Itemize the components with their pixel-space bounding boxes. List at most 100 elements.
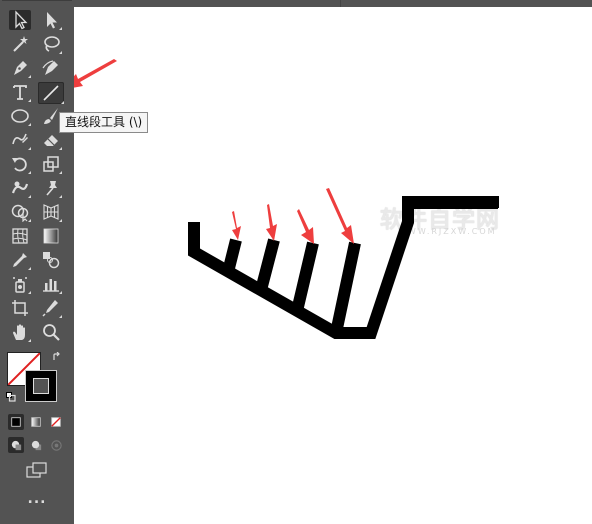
warp-tool-button[interactable] (9, 178, 31, 198)
screen-mode-button[interactable] (26, 462, 48, 478)
direct-selection-tool-button[interactable] (40, 10, 62, 30)
type-icon (13, 85, 27, 100)
draw-behind-button[interactable] (28, 437, 44, 453)
gradient-mode-button[interactable] (28, 414, 44, 430)
flyout-indicator (28, 291, 31, 294)
draw-normal-icon (11, 440, 21, 450)
pen-tool-button[interactable] (9, 58, 31, 78)
type-tool-button[interactable] (9, 82, 31, 102)
mesh-tool-button[interactable] (9, 226, 31, 246)
edit-toolbar-button[interactable]: ... (24, 492, 50, 510)
selection-tool-button[interactable] (9, 10, 31, 30)
color-mode-button[interactable] (8, 414, 24, 430)
eraser-tool-button[interactable] (40, 130, 62, 150)
rotate-tool-button[interactable] (9, 154, 31, 174)
gradient-tool-button[interactable] (40, 226, 62, 246)
screen-mode-icon (26, 462, 47, 478)
flyout-indicator (28, 219, 31, 222)
line-segment-tool-button[interactable] (38, 82, 64, 104)
none-mode-button[interactable] (48, 414, 64, 430)
magic-wand-tool-button[interactable] (9, 34, 31, 54)
ellipse-icon (11, 109, 29, 123)
perspective-grid-tool-button[interactable] (40, 202, 62, 222)
blend-tool-button[interactable] (40, 250, 62, 270)
column-graph-tool-button[interactable] (40, 274, 62, 294)
document-tab-strip (74, 0, 592, 7)
flyout-indicator (28, 123, 31, 126)
draw-inside-button[interactable] (48, 437, 64, 453)
shaper-icon (12, 133, 28, 145)
paintbrush-icon (44, 108, 58, 124)
rotate-icon (12, 157, 27, 172)
hand-tool-button[interactable] (9, 322, 31, 342)
eraser-icon (44, 135, 58, 146)
flyout-indicator (59, 195, 62, 198)
scale-tool-button[interactable] (40, 154, 62, 174)
symbol-sprayer-tool-button[interactable] (9, 274, 31, 294)
flyout-indicator (28, 339, 31, 342)
fill-stroke-controls (6, 352, 62, 404)
flyout-indicator (59, 291, 62, 294)
zoom-icon (43, 324, 60, 341)
panel-grip[interactable] (2, 0, 72, 5)
default-fill-stroke-icon[interactable] (6, 392, 16, 402)
flyout-indicator (28, 75, 31, 78)
draw-behind-icon (31, 440, 41, 450)
draw-inside-icon (50, 439, 62, 451)
eyedropper-tool-button[interactable] (9, 250, 31, 270)
arrow-filled-icon (47, 12, 57, 29)
symbol-sprayer-icon (13, 277, 27, 293)
magic-wand-icon (13, 36, 28, 52)
shaper-tool-button[interactable] (9, 130, 31, 150)
watermark: 软件自学网 WWW.RJZXW.COM (380, 200, 530, 240)
flyout-indicator (28, 267, 31, 270)
column-graph-icon (43, 279, 59, 292)
draw-normal-button[interactable] (8, 437, 24, 453)
swap-fill-stroke-icon[interactable] (52, 352, 62, 362)
slice-icon (42, 300, 58, 317)
watermark-sub-text: WWW.RJZXW.COM (398, 227, 497, 236)
mesh-icon (12, 228, 28, 244)
scale-icon (43, 156, 59, 172)
curvature-tool-button[interactable] (40, 58, 62, 78)
stroke-swatch[interactable] (25, 370, 57, 402)
blend-icon (43, 252, 60, 269)
flyout-indicator (28, 171, 31, 174)
artboard-canvas[interactable] (74, 0, 592, 524)
flyout-indicator (59, 315, 62, 318)
flyout-indicator (28, 99, 31, 102)
flyout-indicator (59, 147, 62, 150)
warp-icon (11, 181, 29, 194)
gradient-mode-icon (31, 417, 41, 427)
flyout-indicator (59, 219, 62, 222)
tool-tooltip: 直线段工具 (\) (59, 112, 149, 133)
hand-icon (13, 324, 25, 340)
flyout-indicator (59, 171, 62, 174)
ellipse-tool-button[interactable] (9, 106, 31, 126)
shape-builder-icon (11, 204, 29, 222)
flyout-indicator (28, 195, 31, 198)
tab-divider (340, 0, 341, 7)
perspective-grid-icon (43, 204, 59, 220)
slice-tool-button[interactable] (40, 298, 62, 318)
pen-icon (14, 61, 27, 75)
artboard-icon (12, 300, 28, 316)
eyedropper-icon (13, 253, 27, 267)
line-segment-icon (43, 85, 59, 101)
color-mode-icon (11, 417, 21, 427)
gradient-icon (43, 228, 59, 244)
artboard-tool-button[interactable] (9, 298, 31, 318)
flyout-indicator (28, 147, 31, 150)
flyout-indicator (59, 27, 62, 30)
flyout-indicator (61, 101, 64, 104)
flyout-indicator (59, 51, 62, 54)
tools-panel: ... (0, 0, 74, 524)
pin-icon (46, 181, 57, 196)
puppet-warp-tool-button[interactable] (40, 178, 62, 198)
curvature-pen-icon (42, 60, 58, 75)
shape-builder-tool-button[interactable] (9, 202, 31, 222)
none-mode-icon (51, 417, 61, 427)
stroke-swatch-inner (33, 378, 49, 394)
lasso-tool-button[interactable] (40, 34, 62, 54)
zoom-tool-button[interactable] (40, 322, 62, 342)
